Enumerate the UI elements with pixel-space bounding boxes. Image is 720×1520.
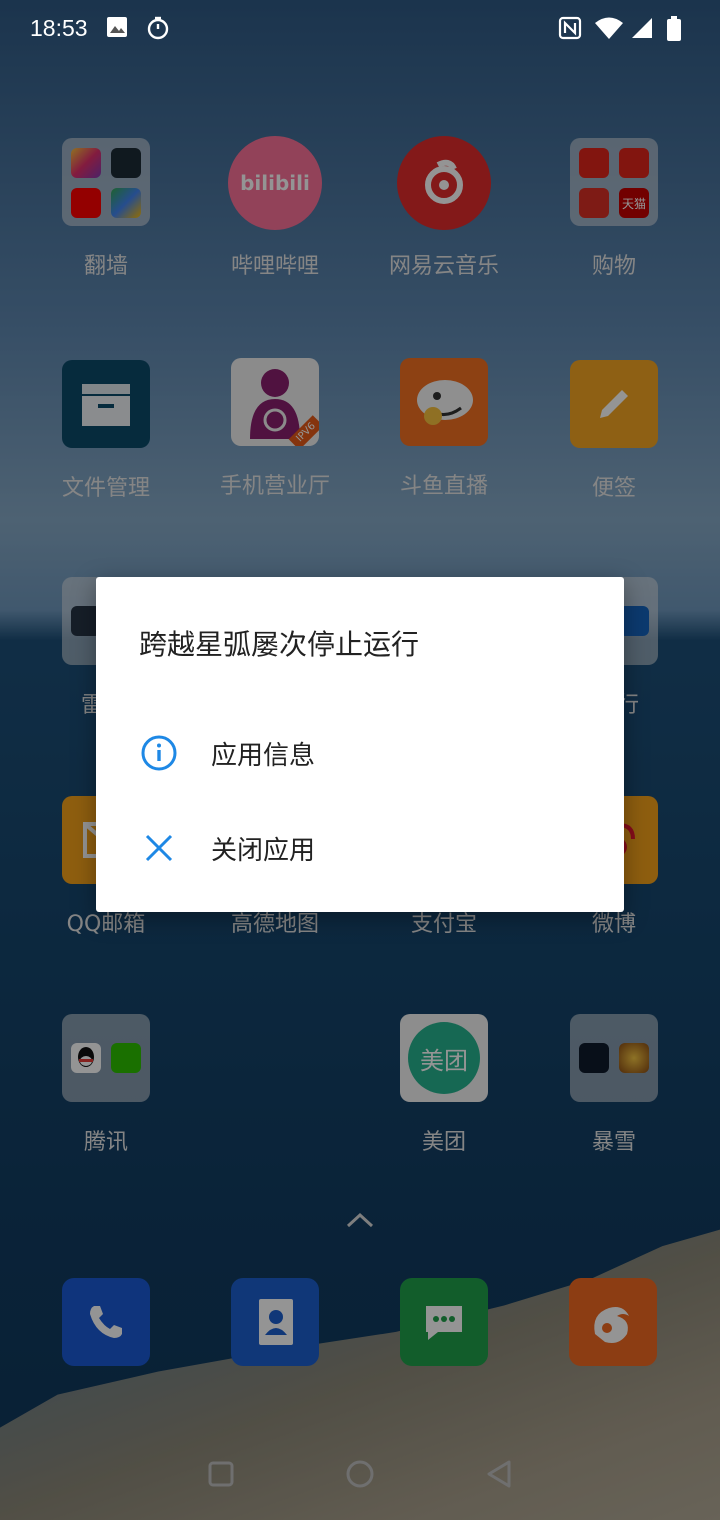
- status-time: 18:53: [30, 14, 88, 41]
- wifi-icon: [594, 16, 623, 40]
- close-icon: [139, 828, 179, 868]
- close-app-option[interactable]: 关闭应用: [96, 803, 624, 893]
- app-crash-dialog: 跨越星弧屡次停止运行 应用信息 关闭应用: [96, 577, 624, 912]
- nfc-icon: [558, 16, 582, 40]
- status-bar: 18:53: [0, 0, 720, 56]
- dialog-title: 跨越星弧屡次停止运行: [139, 628, 420, 661]
- app-info-label: 应用信息: [211, 740, 316, 771]
- timer-icon: [146, 16, 170, 40]
- close-app-label: 关闭应用: [211, 835, 316, 866]
- image-icon: [106, 16, 130, 40]
- battery-icon: [666, 16, 690, 41]
- signal-icon: [630, 16, 654, 40]
- app-info-option[interactable]: 应用信息: [96, 708, 624, 798]
- info-icon: [139, 733, 179, 773]
